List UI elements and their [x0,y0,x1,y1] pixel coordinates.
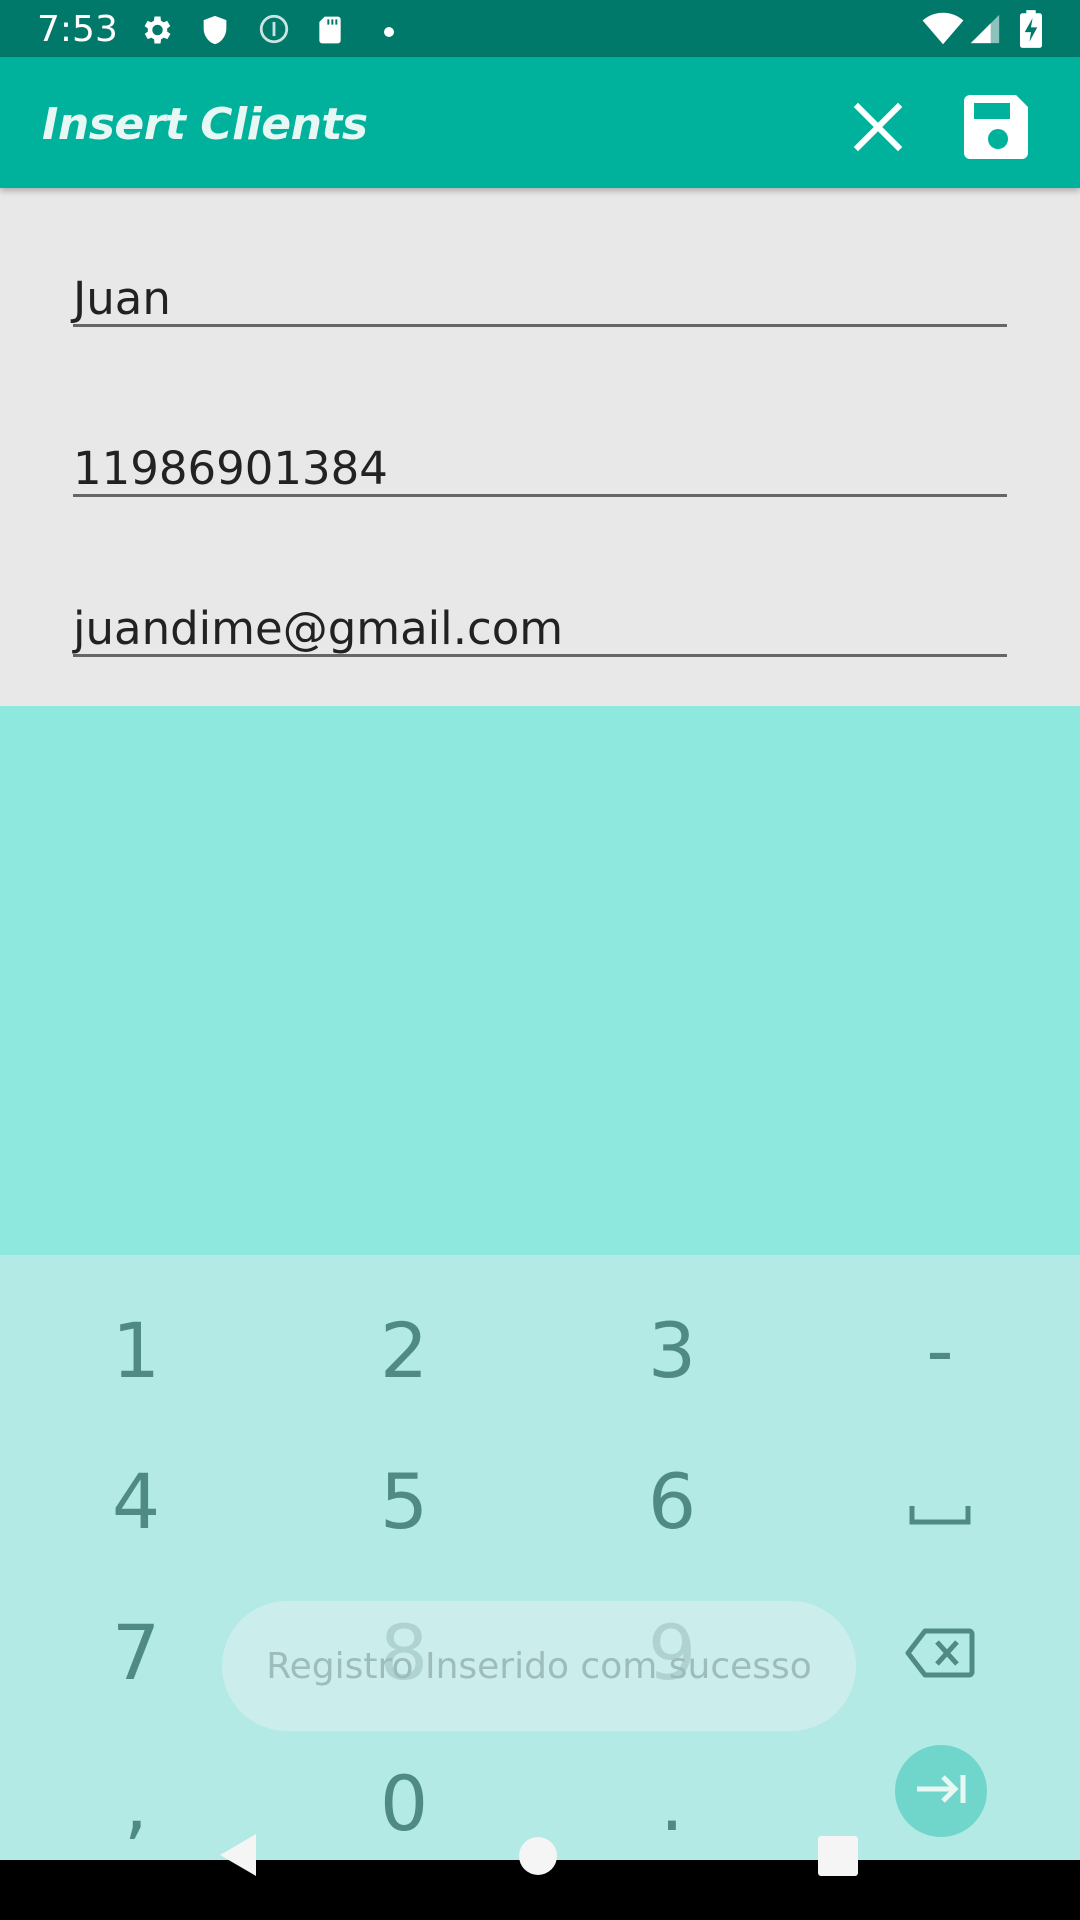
email-value: juandime@gmail.com [73,602,564,655]
status-time: 7:53 [37,9,118,50]
info-circle-icon [257,12,291,51]
home-icon [518,1837,558,1880]
key-0[interactable]: 0 [274,1738,534,1868]
content-panel [0,706,1080,1255]
tab-next-icon [913,1769,969,1814]
notification-dot-icon [384,24,394,42]
recents-icon [818,1836,858,1880]
key-4[interactable]: 4 [6,1436,266,1566]
key-3[interactable]: 3 [542,1285,802,1415]
shield-icon [198,12,232,53]
status-bar: 7:53 [0,0,1080,57]
key-5[interactable]: 5 [274,1436,534,1566]
phone-value: 11986901384 [73,442,388,495]
save-icon [958,95,1038,171]
key-2[interactable]: 2 [274,1285,534,1415]
recents-button[interactable] [818,1836,858,1881]
battery-charging-icon [1020,10,1042,53]
key-1[interactable]: 1 [6,1285,266,1415]
page-title: Insert Clients [42,99,368,150]
phone-field[interactable]: 11986901384 [73,442,1007,497]
key-6[interactable]: 6 [542,1436,802,1566]
close-button[interactable] [838,87,918,167]
name-field[interactable]: Juan [73,272,1007,327]
client-form: Juan 11986901384 juandime@gmail.com [0,188,1080,706]
next-field-button[interactable] [895,1745,987,1837]
close-icon [838,102,918,171]
backspace-icon [905,1608,975,1697]
home-button[interactable] [518,1836,558,1881]
email-field[interactable]: juandime@gmail.com [73,602,1007,657]
back-button[interactable] [218,1832,258,1883]
space-key[interactable] [810,1436,1070,1566]
cellular-signal-icon [968,12,1002,51]
back-icon [218,1834,258,1882]
key-minus[interactable]: - [810,1285,1070,1415]
settings-icon [138,12,174,53]
toast-message: Registro Inserido com sucesso [222,1601,856,1731]
name-value: Juan [73,272,171,325]
save-button[interactable] [958,87,1038,167]
space-icon [908,1457,972,1546]
wifi-icon [922,12,964,51]
key-period[interactable]: . [542,1738,802,1868]
app-bar: Insert Clients [0,57,1080,188]
sd-card-icon [314,12,346,53]
